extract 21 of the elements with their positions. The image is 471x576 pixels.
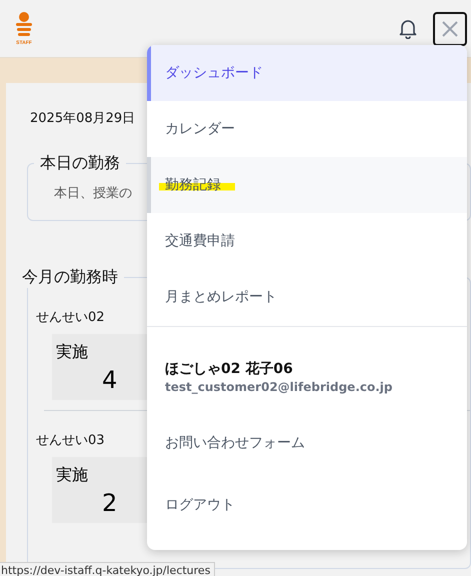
user-email: test_customer02@lifebridge.co.jp	[165, 380, 394, 394]
teacher-name: せんせい03	[36, 432, 105, 449]
stat-label: 実施	[56, 465, 88, 486]
menu-item[interactable]: ログアウト	[147, 474, 467, 536]
date-text: 2025年08月29日	[30, 110, 136, 127]
menu-item[interactable]: 交通費申請	[147, 213, 467, 269]
close-icon	[440, 18, 460, 38]
panel-title: 本日の勤務	[39, 153, 121, 174]
stat-value: 2	[102, 489, 118, 517]
menu-item[interactable]: カレンダー	[147, 101, 467, 157]
teacher-name: せんせい02	[36, 309, 105, 326]
stat-value: 4	[102, 366, 118, 394]
menu-item[interactable]: ダッシュボード	[147, 45, 467, 101]
menu-item[interactable]: お問い合わせフォーム	[147, 412, 467, 474]
menu-item[interactable]: 月まとめレポート	[147, 269, 467, 325]
status-url: https://dev-istaff.q-katekyo.jp/lectures	[0, 562, 216, 576]
bell-icon[interactable]	[399, 18, 417, 38]
today-text: 本日、授業の	[54, 185, 132, 202]
panel-title: 今月の勤務時	[21, 267, 119, 288]
stat-label: 実施	[56, 342, 88, 363]
user-name: ほごしゃ02 花子06	[165, 360, 294, 378]
